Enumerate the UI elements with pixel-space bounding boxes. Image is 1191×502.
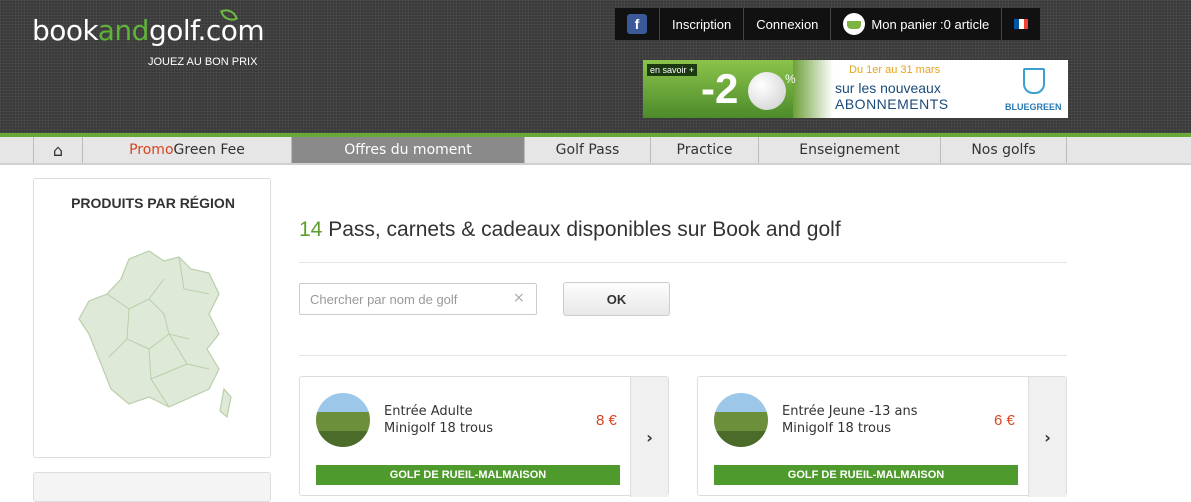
golf-search-input[interactable] xyxy=(299,283,537,315)
secondary-panel xyxy=(33,472,271,502)
cart-label: Mon panier :0 article xyxy=(871,16,990,32)
basket-icon xyxy=(843,13,866,35)
connexion-link[interactable]: Connexion xyxy=(744,8,832,40)
cart-link[interactable]: Mon panier :0 article xyxy=(831,8,1003,40)
tagline: JOUEZ AU BON PRIX xyxy=(148,56,258,68)
banner-dates: Du 1er au 31 mars xyxy=(849,64,941,76)
product-name: Entrée Jeune -13 ans xyxy=(782,404,918,419)
en-savoir-plus-label: en savoir + xyxy=(647,64,698,76)
divider-top xyxy=(299,262,1067,263)
product-name: Entrée Adulte xyxy=(384,404,473,419)
product-thumbnail xyxy=(714,393,768,447)
nav-golf-pass[interactable]: Golf Pass xyxy=(525,137,651,163)
banner-line1: sur les nouveaux xyxy=(835,80,941,96)
divider-bottom xyxy=(299,355,1067,356)
bluegreen-logo-icon xyxy=(1023,68,1045,94)
golf-ball-icon xyxy=(748,72,786,110)
product-count: 14 xyxy=(299,218,323,241)
nav-offres-du-moment[interactable]: Offres du moment xyxy=(292,137,525,163)
page-title: 14 Pass, carnets & cadeaux disponibles s… xyxy=(299,218,841,241)
facebook-icon: f xyxy=(627,14,647,34)
language-selector[interactable] xyxy=(1002,8,1040,40)
nav-promo-green-fee[interactable]: Promo Green Fee xyxy=(83,137,292,163)
bluegreen-brand: BLUEGREEN xyxy=(1005,102,1062,112)
banner-line2: ABONNEMENTS xyxy=(835,96,949,112)
chevron-right-icon[interactable]: › xyxy=(630,377,668,497)
top-bar: f Inscription Connexion Mon panier :0 ar… xyxy=(615,8,1041,40)
main-nav: ⌂ Promo Green Fee Offres du moment Golf P… xyxy=(0,137,1191,165)
facebook-link[interactable]: f xyxy=(615,8,660,40)
nav-home[interactable]: ⌂ xyxy=(33,137,83,163)
product-price: 8 € xyxy=(596,412,617,429)
product-price: 6 € xyxy=(994,412,1015,429)
home-icon: ⌂ xyxy=(52,140,64,160)
french-flag-icon xyxy=(1014,19,1029,29)
discount-text: -2 xyxy=(701,65,739,112)
clear-search-icon[interactable]: × xyxy=(513,290,525,306)
region-panel-title: PRODUITS PAR RÉGION xyxy=(71,195,235,211)
site-header: bookandgolf.com JOUEZ AU BON PRIX f Insc… xyxy=(0,0,1191,133)
product-subtitle: Minigolf 18 trous xyxy=(384,421,494,436)
percent-sign: % xyxy=(785,72,796,86)
nav-nos-golfs[interactable]: Nos golfs xyxy=(941,137,1067,163)
nav-enseignement[interactable]: Enseignement xyxy=(759,137,941,163)
product-subtitle: Minigolf 18 trous xyxy=(782,421,892,436)
promo-banner[interactable]: en savoir + -2 % Du 1er au 31 mars sur l… xyxy=(643,60,1068,118)
france-map[interactable] xyxy=(69,239,239,429)
region-panel: PRODUITS PAR RÉGION xyxy=(33,178,271,458)
inscription-link[interactable]: Inscription xyxy=(660,8,745,40)
nav-practice[interactable]: Practice xyxy=(651,137,759,163)
chevron-right-icon[interactable]: › xyxy=(1028,377,1066,497)
product-card[interactable]: Entrée Adulte Minigolf 18 trous 8 € GOLF… xyxy=(299,376,669,497)
product-thumbnail xyxy=(316,393,370,447)
golf-name-badge[interactable]: GOLF DE RUEIL-MALMAISON xyxy=(714,465,1018,485)
search-ok-button[interactable]: OK xyxy=(563,282,670,316)
golf-name-badge[interactable]: GOLF DE RUEIL-MALMAISON xyxy=(316,465,620,485)
product-card[interactable]: Entrée Jeune -13 ans Minigolf 18 trous 6… xyxy=(697,376,1067,497)
